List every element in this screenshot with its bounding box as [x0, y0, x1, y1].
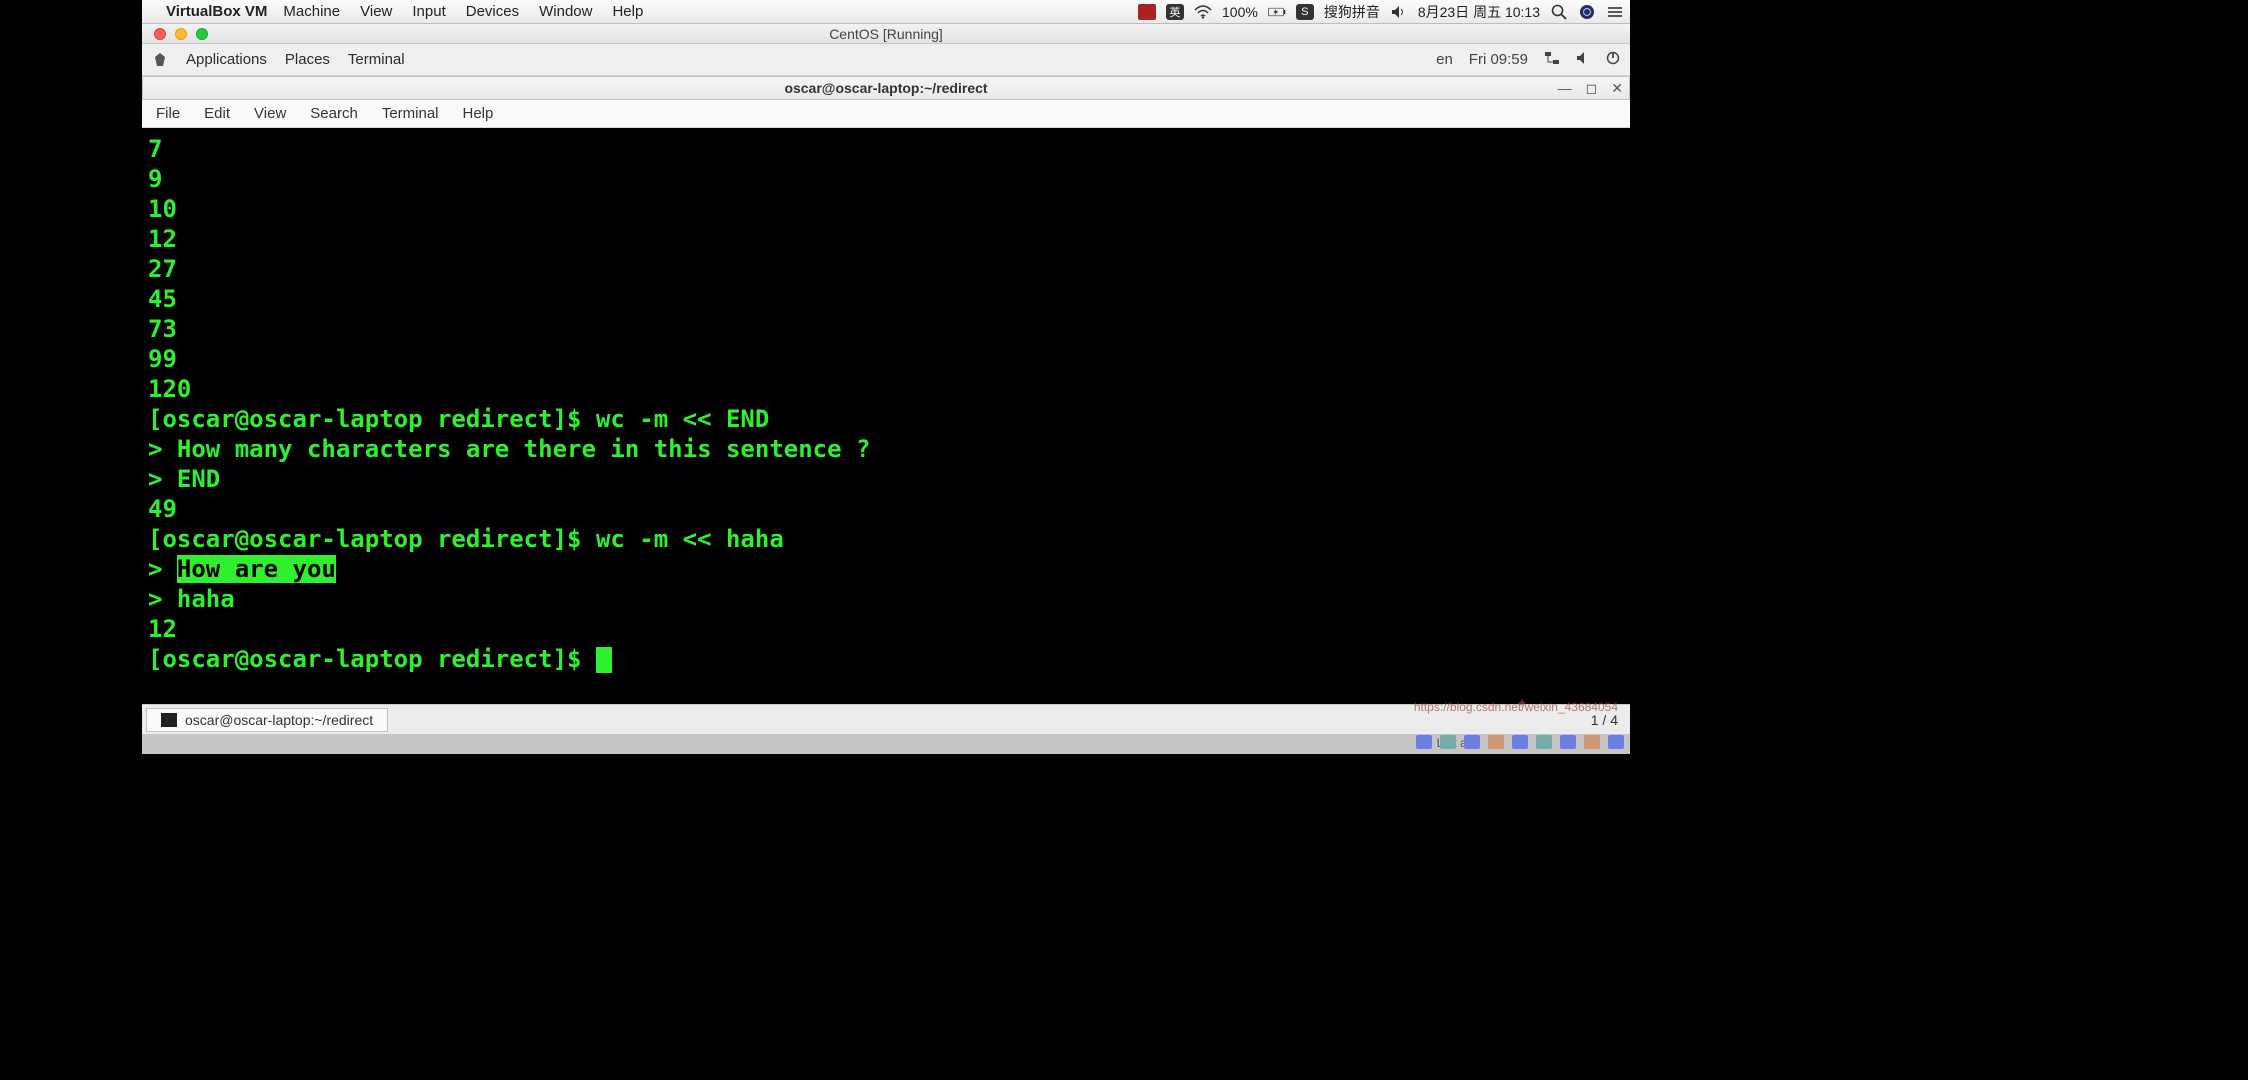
output-line: 10 [148, 194, 1624, 224]
control-center-icon[interactable] [1606, 4, 1624, 20]
gnome-lang[interactable]: en [1436, 51, 1453, 68]
gnome-terminal-menu[interactable]: Terminal [348, 51, 405, 68]
mac-menu-machine[interactable]: Machine [283, 3, 340, 20]
gnome-taskbar: oscar@oscar-laptop:~/redirect 1 / 4 [142, 704, 1630, 734]
close-icon[interactable]: ✕ [1611, 80, 1623, 97]
term-menu-edit[interactable]: Edit [204, 105, 230, 122]
term-menu-view[interactable]: View [254, 105, 286, 122]
output-line: 45 [148, 284, 1624, 314]
gnome-applications[interactable]: Applications [186, 51, 267, 68]
gnome-places[interactable]: Places [285, 51, 330, 68]
vb-display-icon[interactable] [1560, 735, 1576, 749]
ime-switch-icon[interactable]: 英 [1166, 4, 1184, 20]
sogou-app-icon[interactable]: S [1296, 4, 1314, 20]
siri-icon[interactable] [1578, 4, 1596, 20]
csdn-watermark: https://blog.csdn.net/weixin_43684054 [1414, 700, 1618, 714]
selected-text: How are you [177, 555, 336, 583]
volume-icon[interactable] [1390, 4, 1408, 20]
mac-clock[interactable]: 8月23日 周五 10:13 [1418, 2, 1540, 22]
output-line: 9 [148, 164, 1624, 194]
maximize-icon[interactable]: ◻ [1586, 80, 1598, 97]
output-line: 12 [148, 614, 1624, 644]
mac-menu-input[interactable]: Input [412, 3, 445, 20]
ime-name[interactable]: 搜狗拼音 [1324, 2, 1380, 22]
battery-icon[interactable] [1268, 4, 1286, 20]
heredoc-line: > haha [148, 584, 1624, 614]
output-line: 27 [148, 254, 1624, 284]
minimize-icon[interactable]: — [1558, 80, 1572, 97]
sound-icon[interactable] [1576, 51, 1590, 69]
vb-optical-icon[interactable] [1440, 735, 1456, 749]
mac-menu-devices[interactable]: Devices [466, 3, 519, 20]
output-line: 12 [148, 224, 1624, 254]
gnome-clock[interactable]: Fri 09:59 [1469, 51, 1528, 68]
terminal-app-icon [161, 713, 177, 727]
activities-icon[interactable] [152, 52, 168, 68]
vm-window-title: CentOS [Running] [142, 26, 1630, 42]
vb-net-icon[interactable] [1488, 735, 1504, 749]
network-icon[interactable] [1544, 51, 1560, 69]
letterbox-bottom [142, 754, 1630, 1080]
term-menu-search[interactable]: Search [310, 105, 358, 122]
output-line: 99 [148, 344, 1624, 374]
status-indicator-icon[interactable] [1138, 4, 1156, 20]
mac-menu-help[interactable]: Help [612, 3, 643, 20]
battery-percent: 100% [1222, 4, 1258, 20]
terminal-menubar: File Edit View Search Terminal Help [142, 100, 1630, 128]
gnome-top-bar: Applications Places Terminal en Fri 09:5… [142, 44, 1630, 76]
term-menu-file[interactable]: File [156, 105, 180, 122]
prompt-line: [oscar@oscar-laptop redirect]$ wc -m << … [148, 404, 1624, 434]
terminal-titlebar[interactable]: oscar@oscar-laptop:~/redirect — ◻ ✕ [142, 76, 1630, 100]
power-icon[interactable] [1606, 51, 1620, 69]
heredoc-line: > How are you [148, 554, 1624, 584]
vb-hdd-icon[interactable] [1416, 735, 1432, 749]
term-menu-help[interactable]: Help [463, 105, 494, 122]
output-line: 120 [148, 374, 1624, 404]
output-line: 49 [148, 494, 1624, 524]
mac-menu-view[interactable]: View [360, 3, 392, 20]
mac-app-name[interactable]: VirtualBox VM [166, 3, 267, 20]
wifi-icon[interactable] [1194, 4, 1212, 20]
terminal-cursor [596, 647, 612, 673]
output-line: 7 [148, 134, 1624, 164]
output-line: 73 [148, 314, 1624, 344]
virtualbox-status-bar: Left at [142, 734, 1630, 754]
spotlight-icon[interactable] [1550, 4, 1568, 20]
term-menu-terminal[interactable]: Terminal [382, 105, 439, 122]
mac-menu-window[interactable]: Window [539, 3, 592, 20]
vb-record-icon[interactable] [1584, 735, 1600, 749]
vb-audio-icon[interactable] [1464, 735, 1480, 749]
terminal-output-area[interactable]: 7 9 10 12 27 45 73 99 120 [oscar@oscar-l… [142, 128, 1630, 696]
mac-menubar: VirtualBox VM Machine View Input Devices… [142, 0, 1630, 24]
taskbar-window-button[interactable]: oscar@oscar-laptop:~/redirect [146, 708, 388, 732]
vm-window-titlebar[interactable]: CentOS [Running] [142, 24, 1630, 44]
vb-usb-icon[interactable] [1512, 735, 1528, 749]
vb-hostkey-icon[interactable] [1608, 735, 1624, 749]
heredoc-line: > END [148, 464, 1624, 494]
terminal-window-title: oscar@oscar-laptop:~/redirect [143, 80, 1629, 96]
vm-screen: VirtualBox VM Machine View Input Devices… [142, 0, 1630, 1080]
prompt-line: [oscar@oscar-laptop redirect]$ wc -m << … [148, 524, 1624, 554]
heredoc-line: > How many characters are there in this … [148, 434, 1624, 464]
prompt-line: [oscar@oscar-laptop redirect]$ [148, 644, 1624, 674]
taskbar-window-label: oscar@oscar-laptop:~/redirect [185, 712, 373, 728]
vb-shared-icon[interactable] [1536, 735, 1552, 749]
